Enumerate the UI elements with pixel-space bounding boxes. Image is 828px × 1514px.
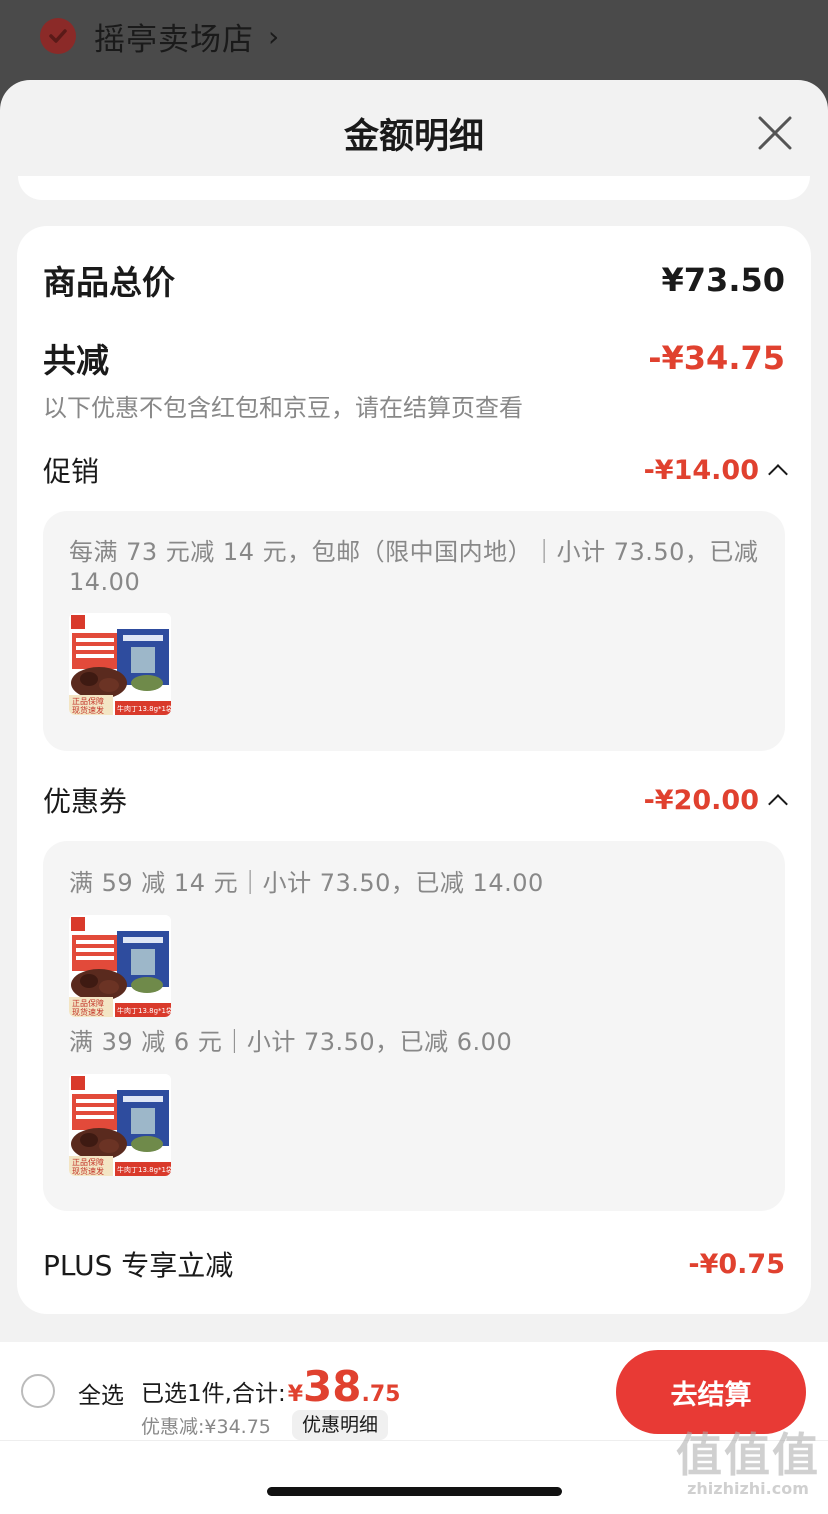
product-image: 正品保障 现货速发 牛肉丁13.8g*1袋 xyxy=(69,613,171,715)
badge-bottom-text: 现货速发 xyxy=(72,1007,104,1017)
coupon-value-wrap: -¥20.00 xyxy=(643,784,788,816)
promotion-label: 促销 xyxy=(43,455,100,488)
close-icon xyxy=(758,116,792,150)
promotion-value: -¥14.00 xyxy=(643,454,759,486)
total-row: 商品总价 ¥73.50 xyxy=(43,256,785,304)
selected-summary: 已选1件,合计: ¥ 38 .75 xyxy=(141,1362,400,1411)
checkout-bar: 全选 已选1件,合计: ¥ 38 .75 优惠减:¥34.75 优惠明细 去结算… xyxy=(0,1342,828,1514)
coupon-item-text: 满 39 减 6 元｜小计 73.50，已减 6.00 xyxy=(69,1028,513,1056)
promotion-row[interactable]: 促销 -¥14.00 xyxy=(43,450,788,490)
product-image: 正品保障 现货速发 牛肉丁13.8g*1袋 xyxy=(69,1074,171,1176)
scrolled-card-edge xyxy=(18,176,810,200)
checkout-button[interactable]: 去结算 xyxy=(616,1350,806,1434)
chevron-right-icon: › xyxy=(268,19,280,53)
amount-detail-card: 商品总价 ¥73.50 共减 -¥34.75 以下优惠不包含红包和京豆，请在结算… xyxy=(17,226,811,1314)
discount-amount-text: 优惠减:¥34.75 xyxy=(141,1416,271,1438)
product-thumbnail[interactable]: 正品保障 现货速发 牛肉丁13.8g*1袋 xyxy=(69,613,171,715)
ribbon-text: 牛肉丁13.8g*1袋 xyxy=(117,704,171,713)
product-thumbnail[interactable]: 正品保障 现货速发 牛肉丁13.8g*1袋 xyxy=(69,915,171,1017)
badge-top-text: 正品保障 xyxy=(72,998,104,1008)
plus-label: PLUS 专享立减 xyxy=(43,1249,234,1282)
plus-value: -¥0.75 xyxy=(688,1248,785,1280)
total-value: ¥73.50 xyxy=(661,261,785,299)
product-image: 正品保障 现货速发 牛肉丁13.8g*1袋 xyxy=(69,915,171,1017)
reduce-row: 共减 -¥34.75 xyxy=(43,334,785,382)
promotion-item-text: 每满 73 元减 14 元，包邮（限中国内地）｜小计 73.50，已减 14.0… xyxy=(69,538,759,596)
home-indicator[interactable] xyxy=(267,1487,562,1496)
coupon-row[interactable]: 优惠券 -¥20.00 xyxy=(43,780,788,820)
total-label: 商品总价 xyxy=(43,263,175,302)
close-button[interactable] xyxy=(752,110,798,156)
badge-bottom-text: 现货速发 xyxy=(72,705,104,715)
selected-count-text: 已选1件,合计: xyxy=(141,1381,286,1407)
total-price-integer: 38 xyxy=(303,1362,362,1411)
badge-bottom-text: 现货速发 xyxy=(72,1166,104,1176)
total-price-decimal: .75 xyxy=(361,1382,401,1407)
watermark: 值值值 zhizhizhi.com xyxy=(676,1430,820,1498)
product-thumbnail[interactable]: 正品保障 现货速发 牛肉丁13.8g*1袋 xyxy=(69,1074,171,1176)
plus-row: PLUS 专享立减 -¥0.75 xyxy=(43,1244,785,1284)
coupon-detail-box: 满 59 减 14 元｜小计 73.50，已减 14.00 正品保障 现货速发 … xyxy=(43,841,785,1211)
select-all-radio[interactable] xyxy=(21,1374,55,1408)
ribbon-text: 牛肉丁13.8g*1袋 xyxy=(117,1006,171,1015)
badge-top-text: 正品保障 xyxy=(72,1157,104,1167)
ribbon-text: 牛肉丁13.8g*1袋 xyxy=(117,1165,171,1174)
badge-top-text: 正品保障 xyxy=(72,696,104,706)
select-all-label[interactable]: 全选 xyxy=(78,1376,124,1410)
reduce-label: 共减 xyxy=(43,341,109,380)
coupon-item-text: 满 59 减 14 元｜小计 73.50，已减 14.00 xyxy=(69,869,544,897)
reduce-value: -¥34.75 xyxy=(648,339,785,377)
coupon-value: -¥20.00 xyxy=(643,784,759,816)
store-name[interactable]: 摇亭卖场店 xyxy=(94,14,254,59)
coupon-label: 优惠券 xyxy=(43,785,128,818)
watermark-sub: zhizhizhi.com xyxy=(687,1479,809,1498)
watermark-main: 值值值 xyxy=(676,1428,820,1482)
discount-detail-button[interactable]: 优惠明细 xyxy=(292,1410,389,1440)
store-header[interactable]: 摇亭卖场店 › xyxy=(40,14,279,58)
chevron-up-icon[interactable] xyxy=(768,794,788,814)
promotion-detail-box: 每满 73 元减 14 元，包邮（限中国内地）｜小计 73.50，已减 14.0… xyxy=(43,511,785,751)
promotion-value-wrap: -¥14.00 xyxy=(643,454,788,486)
sheet-title: 金额明细 xyxy=(343,117,484,157)
store-check-icon[interactable] xyxy=(40,18,76,54)
amount-detail-sheet: 金额明细 商品总价 ¥73.50 共减 -¥34.75 以下优惠不包含红包和京豆… xyxy=(0,80,828,1342)
chevron-up-icon[interactable] xyxy=(768,464,788,484)
discount-note: 以下优惠不包含红包和京豆，请在结算页查看 xyxy=(43,394,523,422)
currency-symbol: ¥ xyxy=(287,1382,304,1407)
